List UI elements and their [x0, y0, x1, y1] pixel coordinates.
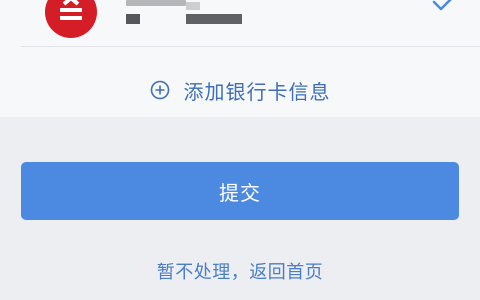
masked-card-number-prefix	[126, 14, 140, 24]
add-bank-card-button[interactable]: 添加银行卡信息	[0, 70, 480, 110]
add-bank-card-label: 添加银行卡信息	[183, 79, 331, 104]
bank-card-screen: 添加银行卡信息 提交 暂不处理，返回首页	[0, 0, 480, 300]
masked-account-name-suffix	[186, 2, 200, 10]
skip-return-home-link[interactable]: 暂不处理，返回首页	[0, 258, 480, 284]
masked-account-name	[126, 0, 186, 6]
submit-label: 提交	[219, 180, 261, 205]
masked-card-number-suffix	[186, 14, 242, 24]
selected-bank-account-row[interactable]	[0, 0, 480, 46]
bank-card-panel: 添加银行卡信息	[0, 0, 480, 117]
skip-return-home-label: 暂不处理，返回首页	[156, 262, 324, 283]
bank-logo-icon	[45, 0, 97, 38]
submit-button[interactable]: 提交	[21, 162, 459, 220]
row-divider	[21, 46, 480, 47]
plus-circle-icon	[150, 80, 169, 100]
check-icon	[432, 0, 452, 11]
